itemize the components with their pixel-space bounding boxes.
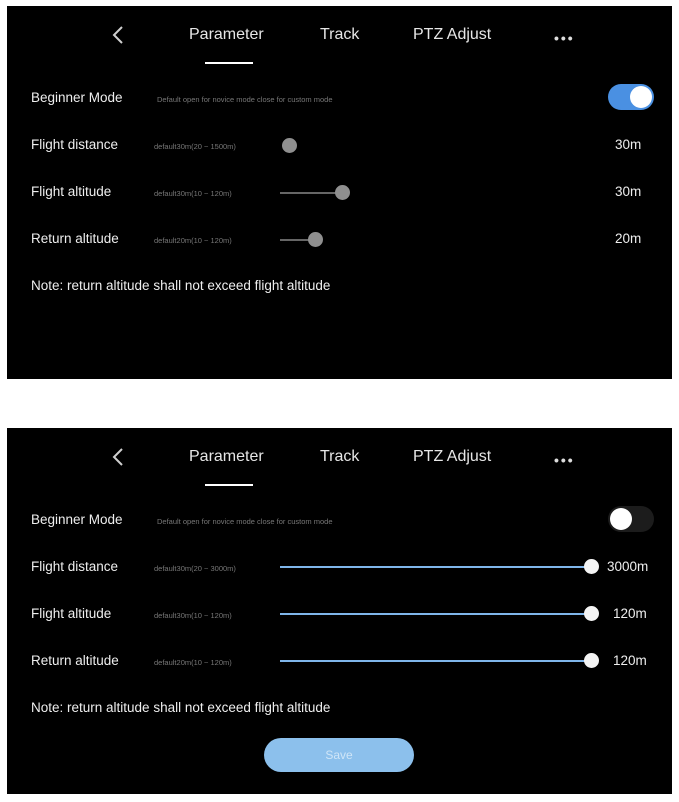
back-chevron-icon[interactable] [108, 24, 130, 46]
return-altitude-label: Return altitude [31, 231, 119, 246]
beginner-mode-hint: Default open for novice mode close for c… [157, 95, 333, 104]
beginner-mode-label: Beginner Mode [31, 512, 123, 527]
flight-altitude-hint: default30m(10 ~ 120m) [154, 189, 232, 198]
return-altitude-slider-fill [280, 660, 592, 662]
flight-altitude-hint: default30m(10 ~ 120m) [154, 611, 232, 620]
return-altitude-slider-track[interactable] [280, 660, 592, 662]
flight-altitude-slider-knob[interactable] [335, 185, 350, 200]
flight-distance-slider-fill [280, 566, 592, 568]
tab-ptz-adjust[interactable]: PTZ Adjust [413, 448, 491, 466]
flight-distance-hint: default30m(20 ~ 3000m) [154, 564, 236, 573]
return-altitude-hint: default20m(10 ~ 120m) [154, 658, 232, 667]
beginner-mode-hint: Default open for novice mode close for c… [157, 517, 333, 526]
flight-distance-label: Flight distance [31, 137, 119, 152]
flight-distance-slider-track[interactable] [280, 566, 592, 568]
flight-distance-value: 3000m [607, 559, 649, 574]
flight-distance-hint: default30m(20 ~ 1500m) [154, 142, 236, 151]
return-altitude-value: 20m [615, 231, 642, 246]
flight-altitude-value: 30m [615, 184, 642, 199]
flight-distance-slider-knob[interactable] [584, 559, 599, 574]
flight-altitude-label: Flight altitude [31, 184, 112, 199]
tab-track[interactable]: Track [320, 26, 359, 44]
beginner-mode-toggle[interactable] [608, 84, 654, 110]
beginner-mode-label: Beginner Mode [31, 90, 123, 105]
toggle-knob [630, 86, 652, 108]
return-altitude-hint: default20m(10 ~ 120m) [154, 236, 232, 245]
tab-parameter[interactable]: Parameter [189, 26, 264, 44]
more-menu-icon[interactable]: ••• [554, 30, 575, 46]
altitude-note: Note: return altitude shall not exceed f… [31, 700, 331, 715]
flight-distance-value: 30m [615, 137, 642, 152]
return-altitude-value: 120m [613, 653, 647, 668]
save-button[interactable]: Save [264, 738, 414, 772]
flight-altitude-slider-knob[interactable] [584, 606, 599, 621]
tab-ptz-adjust[interactable]: PTZ Adjust [413, 26, 491, 44]
active-tab-indicator [205, 484, 253, 486]
flight-distance-slider-knob[interactable] [282, 138, 297, 153]
altitude-note: Note: return altitude shall not exceed f… [31, 278, 331, 293]
flight-altitude-slider-track[interactable] [280, 613, 592, 615]
back-chevron-icon[interactable] [108, 446, 130, 468]
tab-parameter[interactable]: Parameter [189, 448, 264, 466]
flight-altitude-value: 120m [613, 606, 647, 621]
flight-distance-label: Flight distance [31, 559, 119, 574]
settings-panel-beginner-off: Parameter Track PTZ Adjust ••• Beginner … [7, 428, 672, 794]
return-altitude-slider-knob[interactable] [584, 653, 599, 668]
settings-panel-beginner-on: Parameter Track PTZ Adjust ••• Beginner … [7, 6, 672, 379]
active-tab-indicator [205, 62, 253, 64]
tab-track[interactable]: Track [320, 448, 359, 466]
return-altitude-label: Return altitude [31, 653, 119, 668]
beginner-mode-toggle[interactable] [608, 506, 654, 532]
return-altitude-slider-knob[interactable] [308, 232, 323, 247]
more-menu-icon[interactable]: ••• [554, 452, 575, 468]
flight-altitude-slider-fill [280, 613, 592, 615]
toggle-knob [610, 508, 632, 530]
flight-altitude-label: Flight altitude [31, 606, 112, 621]
